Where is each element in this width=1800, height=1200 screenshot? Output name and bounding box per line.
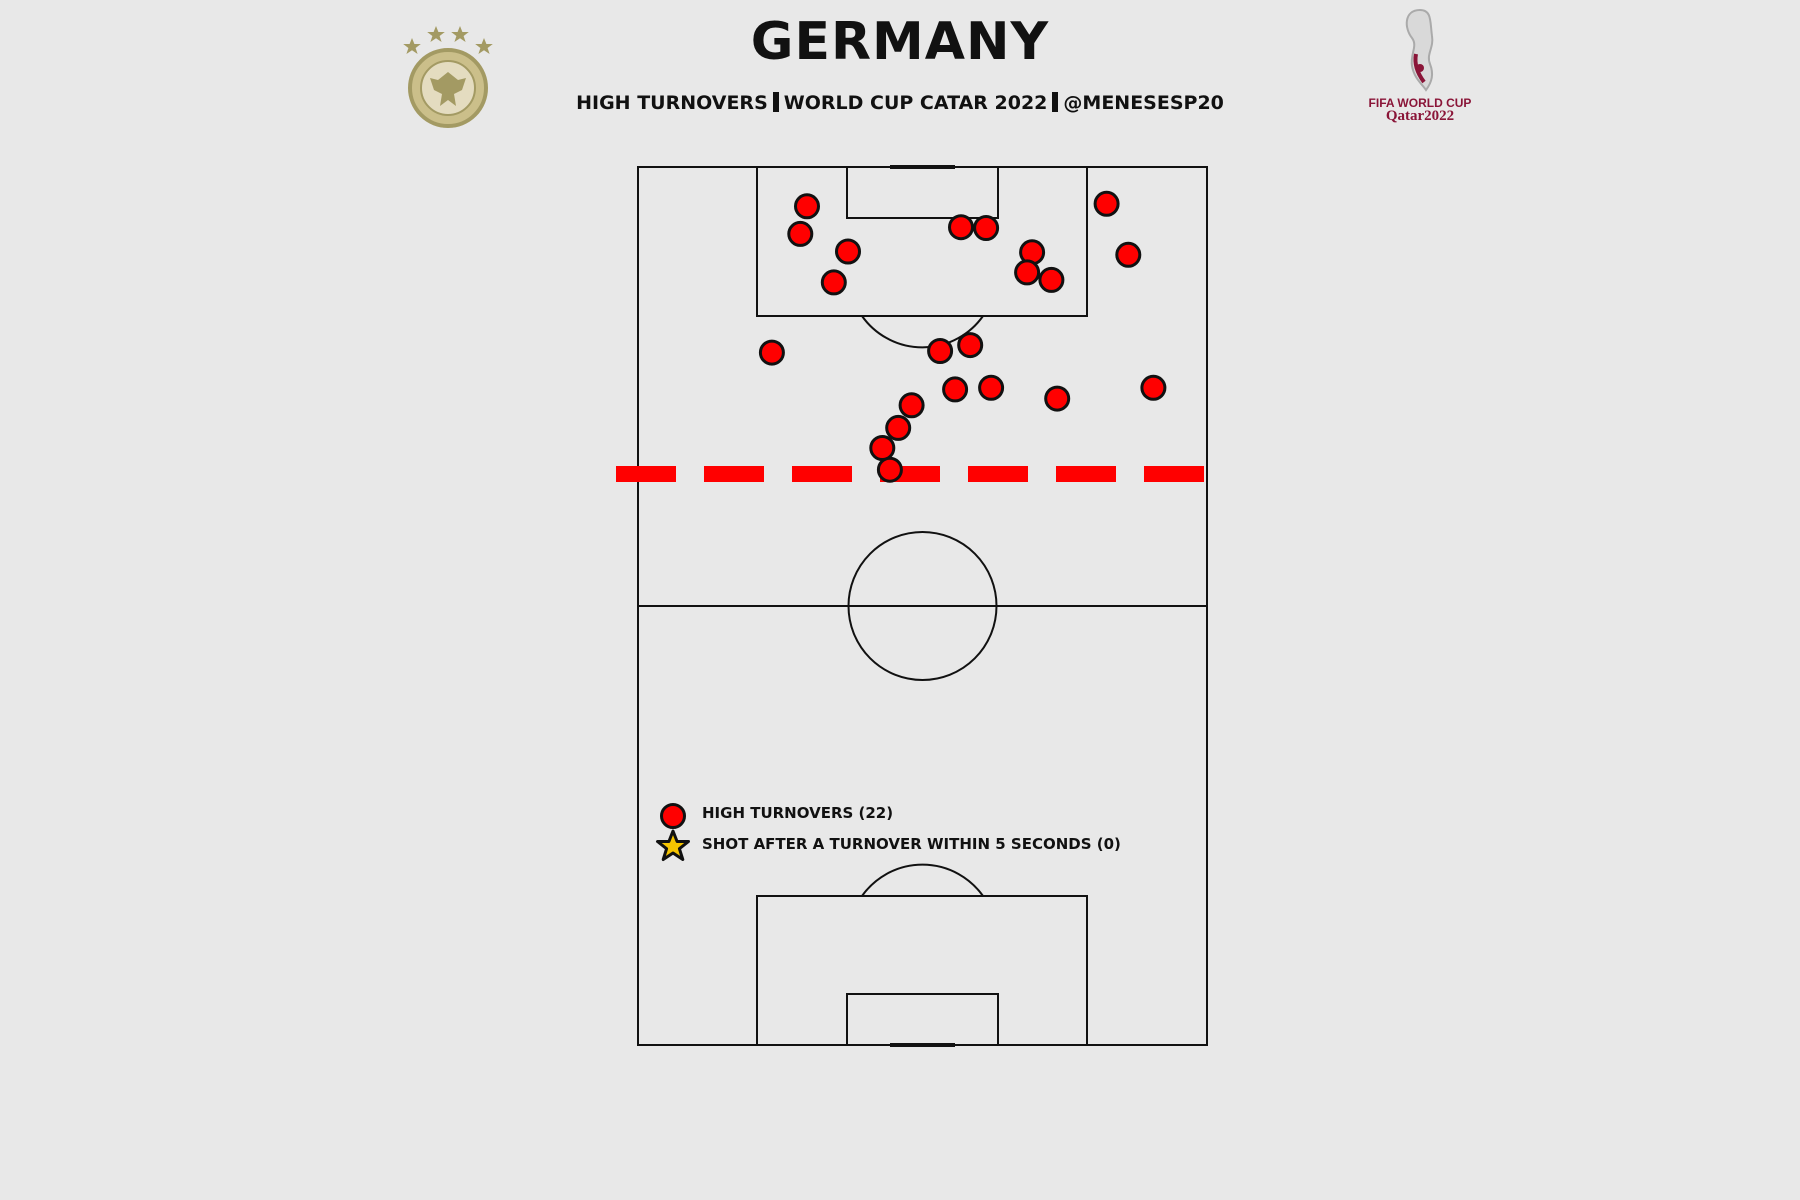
turnover-point-5 bbox=[948, 214, 974, 241]
turnover-point-1 bbox=[794, 193, 820, 220]
pitch-lines bbox=[637, 166, 1208, 1046]
turnover-point-16 bbox=[942, 376, 969, 403]
bottom-penalty-arc bbox=[861, 863, 984, 897]
turnover-point-20 bbox=[885, 414, 912, 441]
turnover-point-2 bbox=[787, 220, 814, 247]
turnover-point-22 bbox=[876, 456, 903, 483]
turnover-points bbox=[758, 190, 1167, 483]
turnover-point-13 bbox=[927, 338, 954, 364]
turnover-point-15 bbox=[898, 392, 925, 419]
legend-star-marker bbox=[656, 829, 690, 861]
turnover-point-19 bbox=[1140, 374, 1167, 401]
turnover-point-21 bbox=[869, 435, 896, 461]
turnover-point-4 bbox=[820, 269, 847, 296]
turnover-point-12 bbox=[758, 339, 785, 366]
turnover-point-3 bbox=[835, 238, 861, 265]
legend-label-turnovers: HIGH TURNOVERS (22) bbox=[702, 804, 894, 822]
bottom-goal-box bbox=[846, 993, 999, 1046]
top-goal-box bbox=[846, 166, 999, 219]
bottom-penalty-box bbox=[756, 895, 1088, 1046]
turnover-point-18 bbox=[1044, 385, 1071, 412]
turnover-point-9 bbox=[1038, 266, 1065, 293]
turnover-point-11 bbox=[1115, 241, 1142, 268]
turnover-point-10 bbox=[1093, 190, 1120, 217]
turnover-point-8 bbox=[1014, 259, 1041, 286]
pitch-chart bbox=[616, 165, 1208, 1047]
legend-label-shots: SHOT AFTER A TURNOVER WITHIN 5 SECONDS (… bbox=[702, 835, 1121, 853]
legend-circle-marker bbox=[660, 803, 686, 829]
turnover-point-17 bbox=[978, 374, 1005, 401]
turnover-point-14 bbox=[957, 332, 984, 359]
turnover-point-6 bbox=[973, 215, 1000, 241]
